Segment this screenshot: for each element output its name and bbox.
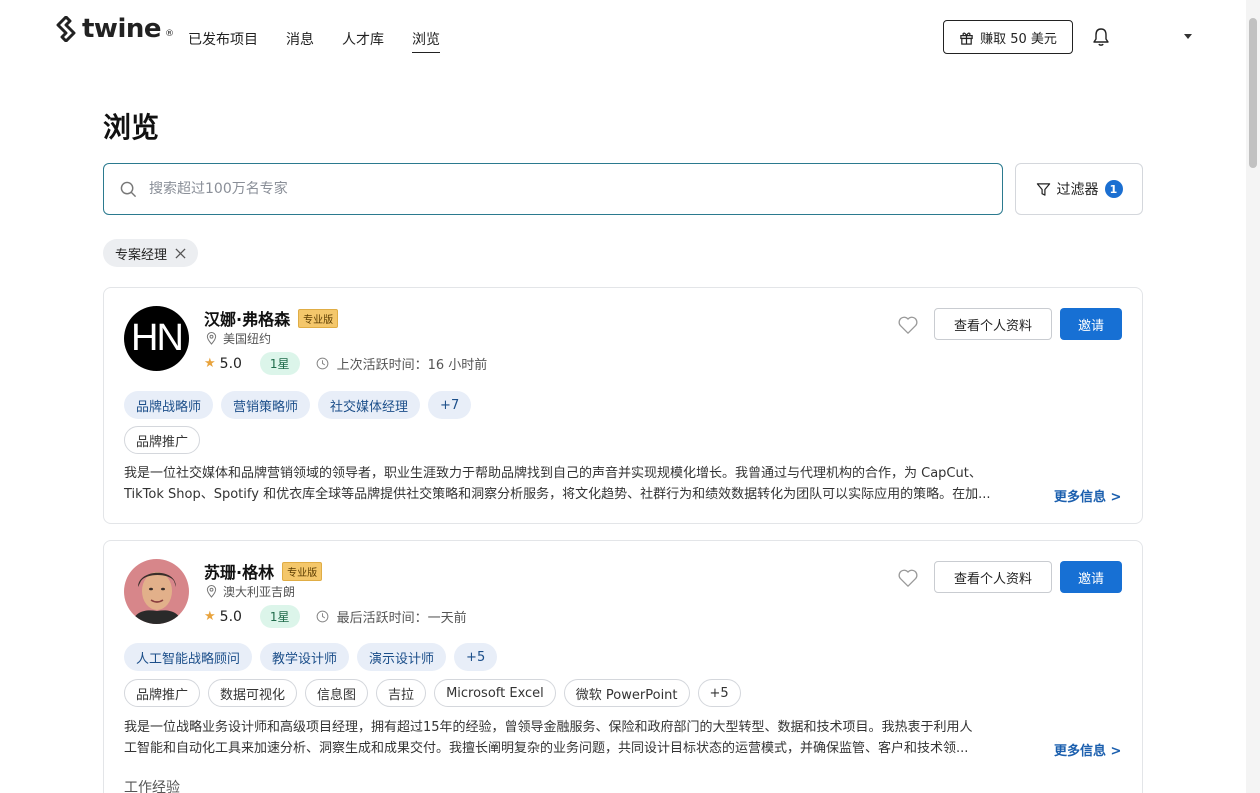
avatar[interactable] bbox=[124, 559, 189, 624]
role-tag[interactable]: 品牌战略师 bbox=[124, 391, 214, 419]
clock-icon bbox=[316, 357, 328, 370]
bio-line: 我是一位社交媒体和品牌营销领域的领导者，职业生涯致力于帮助品牌找到自己的声音并实… bbox=[124, 466, 982, 481]
skill-tag[interactable]: 吉拉 bbox=[376, 679, 427, 707]
scrollbar-thumb[interactable] bbox=[1249, 18, 1257, 168]
location-pin-icon bbox=[206, 332, 217, 345]
location-row: 澳大利亚吉朗 bbox=[206, 583, 295, 600]
search-input[interactable] bbox=[149, 181, 949, 197]
view-profile-button[interactable]: 查看个人资料 bbox=[934, 561, 1052, 593]
work-experience-heading: 工作经验 bbox=[124, 780, 180, 793]
close-icon[interactable] bbox=[175, 247, 186, 259]
avatar-photo bbox=[124, 559, 189, 624]
heart-icon[interactable] bbox=[897, 315, 919, 335]
more-roles-tag[interactable]: +5 bbox=[454, 643, 498, 671]
invite-button[interactable]: 邀请 bbox=[1060, 308, 1122, 340]
twine-logo[interactable]: twine ® bbox=[54, 14, 174, 44]
skill-tag[interactable]: 微软 PowerPoint bbox=[563, 679, 690, 707]
skill-tag[interactable]: 数据可视化 bbox=[208, 679, 298, 707]
location-text: 美国纽约 bbox=[223, 332, 272, 346]
location-row: 美国纽约 bbox=[206, 330, 271, 347]
nav-talent-pool[interactable]: 人才库 bbox=[342, 29, 384, 53]
star-icon: ★ bbox=[204, 356, 216, 371]
active-filter-chip: 专案经理 bbox=[103, 239, 199, 267]
more-skills-tag[interactable]: +5 bbox=[697, 679, 741, 707]
skill-tags: 品牌推广 bbox=[124, 426, 201, 454]
rating-value: 5.0 bbox=[219, 608, 242, 625]
profile-name[interactable]: 汉娜·弗格森 bbox=[204, 306, 290, 330]
gift-icon bbox=[960, 32, 973, 45]
role-tag[interactable]: 教学设计师 bbox=[260, 643, 350, 671]
bio-line: 工智能和自动化工具来加速分析、洞察生成和成果交付。我擅长阐明复杂的业务问题，共同… bbox=[124, 741, 969, 756]
filter-label: 过滤器 bbox=[1056, 182, 1099, 198]
avatar[interactable]: HN bbox=[124, 306, 189, 371]
page-title: 浏览 bbox=[103, 111, 160, 144]
earn-label: 赚取 50 美元 bbox=[980, 31, 1057, 47]
location-pin-icon bbox=[206, 585, 217, 598]
filter-button[interactable]: 过滤器 1 bbox=[1015, 163, 1143, 215]
meta-row: ★ 5.0 1星 最后活跃时间：一天前 bbox=[204, 605, 467, 628]
skill-tags: 品牌推广 数据可视化 信息图 吉拉 Microsoft Excel 微软 Pow… bbox=[124, 679, 741, 707]
scrollbar[interactable] bbox=[1246, 0, 1260, 793]
bio-line: 我是一位战略业务设计师和高级项目经理，拥有超过15年的经验，曾领导金融服务、保险… bbox=[124, 720, 973, 735]
role-tag[interactable]: 演示设计师 bbox=[357, 643, 447, 671]
rating-value: 5.0 bbox=[219, 355, 242, 372]
heart-icon[interactable] bbox=[897, 568, 919, 588]
profile-bio: 我是一位社交媒体和品牌营销领域的领导者，职业生涯致力于帮助品牌找到自己的声音并实… bbox=[124, 463, 1044, 505]
star-icon: ★ bbox=[204, 609, 216, 624]
level-badge: 1星 bbox=[259, 352, 300, 375]
skill-tag[interactable]: 品牌推广 bbox=[124, 426, 201, 454]
level-badge: 1星 bbox=[259, 605, 300, 628]
main-nav: 已发布项目 消息 人才库 浏览 bbox=[188, 29, 440, 53]
avatar-initials: HN bbox=[131, 317, 184, 359]
location-text: 澳大利亚吉朗 bbox=[223, 585, 296, 599]
last-active-text: 最后活跃时间：一天前 bbox=[336, 611, 467, 626]
active-filter-label: 专案经理 bbox=[115, 247, 168, 263]
bell-icon[interactable] bbox=[1092, 27, 1110, 47]
nav-browse[interactable]: 浏览 bbox=[412, 29, 440, 53]
top-bar: twine ® 已发布项目 消息 人才库 浏览 赚取 50 美元 bbox=[0, 0, 1246, 76]
skill-tag[interactable]: Microsoft Excel bbox=[434, 679, 556, 707]
rating: ★ 5.0 bbox=[204, 356, 242, 372]
nav-published-projects[interactable]: 已发布项目 bbox=[188, 29, 258, 53]
role-tag[interactable]: 社交媒体经理 bbox=[318, 391, 421, 419]
search-box bbox=[103, 163, 1003, 215]
rating: ★ 5.0 bbox=[204, 609, 242, 625]
more-info-link[interactable]: 更多信息 > bbox=[1054, 740, 1121, 759]
skill-tag[interactable]: 信息图 bbox=[305, 679, 369, 707]
filter-count-badge: 1 bbox=[1104, 180, 1123, 198]
twine-logo-icon bbox=[56, 16, 76, 42]
invite-button[interactable]: 邀请 bbox=[1060, 561, 1122, 593]
clock-icon bbox=[316, 610, 328, 623]
more-roles-tag[interactable]: +7 bbox=[428, 391, 472, 419]
profile-card: 苏珊·格林 专业版 澳大利亚吉朗 ★ 5.0 1星 最后活跃时间：一天前 查看个… bbox=[103, 540, 1143, 793]
pro-badge: 专业版 bbox=[298, 308, 339, 328]
earn-referral-button[interactable]: 赚取 50 美元 bbox=[943, 20, 1073, 54]
name-row: 苏珊·格林 专业版 bbox=[204, 559, 323, 583]
role-tags: 人工智能战略顾问 教学设计师 演示设计师 +5 bbox=[124, 643, 498, 671]
profile-bio: 我是一位战略业务设计师和高级项目经理，拥有超过15年的经验，曾领导金融服务、保险… bbox=[124, 717, 1044, 759]
profile-card: HN 汉娜·弗格森 专业版 美国纽约 ★ 5.0 1星 上次活跃时间：16 小时… bbox=[103, 287, 1143, 524]
search-icon bbox=[120, 181, 137, 197]
view-profile-button[interactable]: 查看个人资料 bbox=[934, 308, 1052, 340]
meta-row: ★ 5.0 1星 上次活跃时间：16 小时前 bbox=[204, 352, 487, 375]
nav-messages[interactable]: 消息 bbox=[286, 29, 314, 53]
name-row: 汉娜·弗格森 专业版 bbox=[204, 306, 339, 330]
last-active-text: 上次活跃时间：16 小时前 bbox=[336, 358, 488, 373]
role-tag[interactable]: 人工智能战略顾问 bbox=[124, 643, 253, 671]
role-tags: 品牌战略师 营销策略师 社交媒体经理 +7 bbox=[124, 391, 472, 419]
filter-icon bbox=[1036, 182, 1050, 196]
account-menu-chevron-down-icon[interactable] bbox=[1184, 34, 1192, 39]
profile-name[interactable]: 苏珊·格林 bbox=[204, 559, 274, 583]
bio-line: TikTok Shop、Spotify 和优衣库全球等品牌提供社交策略和洞察分析… bbox=[124, 487, 991, 502]
skill-tag[interactable]: 品牌推广 bbox=[124, 679, 201, 707]
pro-badge: 专业版 bbox=[282, 561, 323, 581]
logo-text: twine bbox=[82, 14, 162, 44]
logo-registered: ® bbox=[165, 29, 175, 39]
more-info-link[interactable]: 更多信息 > bbox=[1054, 486, 1121, 505]
role-tag[interactable]: 营销策略师 bbox=[221, 391, 311, 419]
